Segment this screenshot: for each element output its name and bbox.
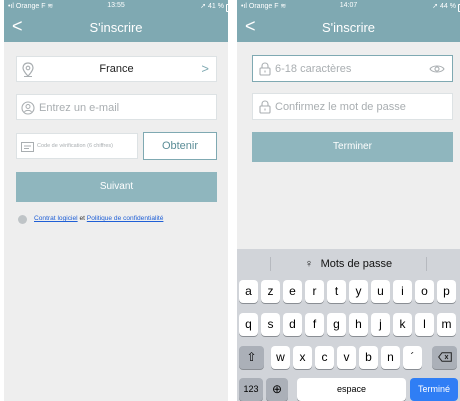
nav-bar: < S'inscrire xyxy=(237,12,460,42)
country-value: France xyxy=(99,63,134,75)
backspace-key[interactable] xyxy=(432,346,457,369)
key-l[interactable]: l xyxy=(415,313,434,336)
key-s[interactable]: s xyxy=(261,313,280,336)
key-m[interactable]: m xyxy=(437,313,456,336)
key-j[interactable]: j xyxy=(371,313,390,336)
check-circle-icon[interactable] xyxy=(18,215,27,224)
globe-key[interactable]: ⊕ xyxy=(266,378,288,401)
shift-key[interactable]: ⇧ xyxy=(239,346,264,369)
battery-status: ➚ 44 % xyxy=(432,2,460,12)
email-placeholder: Entrez un e-mail xyxy=(39,102,120,114)
lock-icon xyxy=(259,62,271,76)
key-c[interactable]: c xyxy=(315,346,334,369)
key-p[interactable]: p xyxy=(437,280,456,303)
status-bar: •ıl Orange F ≋ 14:07 ➚ 44 % xyxy=(237,0,460,12)
key-y[interactable]: y xyxy=(349,280,368,303)
code-placeholder: Code de vérification (6 chiffres) xyxy=(37,143,114,149)
chevron-right-icon: > xyxy=(201,61,209,76)
country-selector[interactable]: France > xyxy=(16,56,217,82)
agreement-row: Contrat logiciel et Politique de confide… xyxy=(16,212,228,226)
shift-icon: ⇧ xyxy=(246,350,257,364)
obtain-code-label: Obtenir xyxy=(161,140,199,152)
key-t[interactable]: t xyxy=(327,280,346,303)
finish-label: Terminer xyxy=(333,141,372,152)
password-placeholder: 6-18 caractères xyxy=(275,63,352,75)
next-label: Suivant xyxy=(99,181,134,192)
key-o[interactable]: o xyxy=(415,280,434,303)
eye-icon[interactable] xyxy=(429,64,445,74)
signup-screen-step1: •ıl Orange F ≋ 13:55 ➚ 41 % < S'inscrire… xyxy=(4,0,228,401)
battery-icon xyxy=(226,4,228,12)
key-w[interactable]: w xyxy=(271,346,290,369)
key-e[interactable]: e xyxy=(283,280,302,303)
status-bar: •ıl Orange F ≋ 13:55 ➚ 41 % xyxy=(4,0,228,12)
signup-screen-step2: •ıl Orange F ≋ 14:07 ➚ 44 % < S'inscrire… xyxy=(237,0,460,401)
clock: 14:07 xyxy=(339,2,358,9)
battery-status: ➚ 41 % xyxy=(200,2,228,12)
confirm-password-placeholder: Confirmez le mot de passe xyxy=(275,101,406,113)
key-k[interactable]: k xyxy=(393,313,412,336)
email-field[interactable]: Entrez un e-mail xyxy=(16,94,217,120)
key-g[interactable]: g xyxy=(327,313,346,336)
obtain-code-button[interactable]: Obtenir xyxy=(143,132,217,160)
key-b[interactable]: b xyxy=(359,346,378,369)
key-x[interactable]: x xyxy=(293,346,312,369)
page-title: S'inscrire xyxy=(321,20,376,35)
key-q[interactable]: q xyxy=(239,313,258,336)
lock-icon xyxy=(259,100,271,114)
key-n[interactable]: n xyxy=(381,346,400,369)
keyboard: ♀ Mots de passe a z e r t y u i o p q s … xyxy=(237,249,460,401)
software-contract-link[interactable]: Contrat logiciel xyxy=(34,215,78,222)
key-r[interactable]: r xyxy=(305,280,324,303)
key-u[interactable]: u xyxy=(371,280,390,303)
key-a[interactable]: a xyxy=(239,280,258,303)
key-f[interactable]: f xyxy=(305,313,324,336)
password-suggestion: Mots de passe xyxy=(320,258,393,270)
done-key[interactable]: Terminé xyxy=(410,378,458,401)
location-icon: ➚ xyxy=(200,3,209,10)
privacy-policy-link[interactable]: Politique de confidentialité xyxy=(87,215,164,222)
keyboard-icon xyxy=(21,142,34,152)
agreement-and-text: et xyxy=(77,215,87,222)
user-icon xyxy=(21,101,35,115)
key-icon: ♀ xyxy=(304,258,314,270)
key-v[interactable]: v xyxy=(337,346,356,369)
key-z[interactable]: z xyxy=(261,280,280,303)
confirm-password-field[interactable]: Confirmez le mot de passe xyxy=(252,93,453,120)
key-d[interactable]: d xyxy=(283,313,302,336)
key-i[interactable]: i xyxy=(393,280,412,303)
finish-button[interactable]: Terminer xyxy=(252,132,453,162)
numbers-key[interactable]: 123 xyxy=(239,378,263,401)
space-key[interactable]: espace xyxy=(297,378,406,401)
page-title: S'inscrire xyxy=(89,20,143,35)
clock: 13:55 xyxy=(107,2,125,9)
password-field[interactable]: 6-18 caractères xyxy=(252,55,453,82)
globe-icon: ⊕ xyxy=(271,382,283,396)
location-icon: ➚ xyxy=(432,3,441,10)
next-button[interactable]: Suivant xyxy=(16,172,217,202)
keyboard-suggestion-bar[interactable]: ♀ Mots de passe xyxy=(237,249,460,277)
verification-code-field[interactable]: Code de vérification (6 chiffres) xyxy=(16,133,138,159)
nav-bar: < S'inscrire xyxy=(4,12,228,42)
key-h[interactable]: h xyxy=(349,313,368,336)
backspace-icon xyxy=(437,352,452,362)
key-accent[interactable]: ´ xyxy=(403,346,422,369)
